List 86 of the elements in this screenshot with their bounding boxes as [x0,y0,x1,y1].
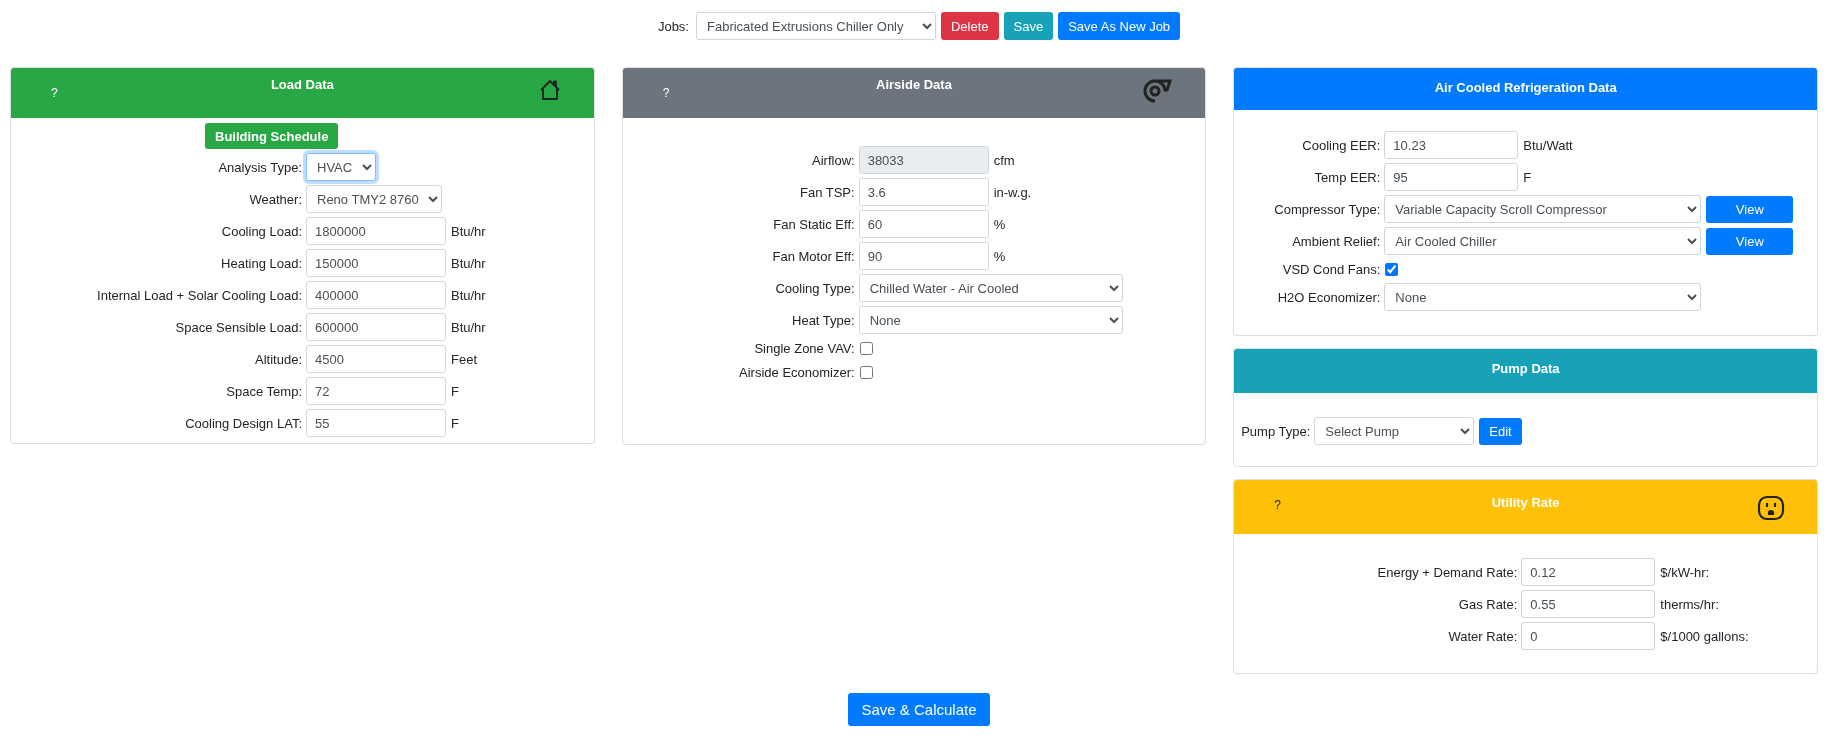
field-label: Cooling Load: [220,223,303,239]
input-field[interactable]: 1800000 [306,217,446,245]
unit-label: Btu/hr [451,255,486,271]
dropdown[interactable]: Chilled Water - Air Cooled [858,274,1123,302]
unit-label: F [451,415,459,431]
help-link[interactable]: ? [662,86,670,100]
field-label: Altitude: [254,351,303,367]
panel-title: Air Cooled Refrigeration Data [1433,79,1618,95]
field-label: Internal Load + Solar Cooling Load: [96,287,303,303]
field-label: Ambient Relief: [1291,233,1382,249]
dropdown[interactable]: Air Cooled Chiller [1384,227,1702,255]
unit-label: $/kW-hr: [1660,564,1710,580]
panel-title: Load Data [269,76,335,92]
view-button[interactable]: View [1706,195,1794,223]
save-as-new-job-button[interactable]: Save As New Job [1058,12,1181,40]
unit-label: % [993,248,1006,264]
input-field[interactable]: 600000 [306,313,446,341]
dropdown[interactable]: Select Pump [1314,417,1475,445]
unit-label: % [993,216,1006,232]
checkbox[interactable] [1385,262,1399,276]
unit-label: Feet [451,351,477,367]
unit-label: therms/hr: [1660,596,1719,612]
input-field[interactable]: 10.23 [1384,131,1519,159]
field-label: Single Zone VAV: [753,340,856,356]
panel-title: Airside Data [875,76,953,92]
input-field[interactable]: 4500 [306,345,446,373]
input-field[interactable]: 0.55 [1521,590,1656,618]
field-label: Space Temp: [225,383,303,399]
unit-label: in-w.g. [993,184,1032,200]
input-field[interactable]: 3.6 [858,178,989,206]
help-link[interactable]: ? [1274,498,1281,512]
dropdown[interactable]: Reno TMY2 8760 [306,185,442,213]
input-field[interactable]: 90 [858,242,989,270]
field-label: Airflow: [811,152,856,168]
field-label: H2O Economizer: [1276,289,1382,305]
field-label: Space Sensible Load: [174,319,303,335]
field-label: Gas Rate: [1457,596,1519,612]
field-label: Fan TSP: [798,184,856,200]
input-field[interactable]: 95 [1384,163,1519,191]
field-label: Analysis Type: [217,159,303,175]
field-label: Fan Static Eff: [772,216,856,232]
field-label: Cooling EER: [1301,137,1382,153]
field-label: Cooling Type: [774,280,856,296]
dropdown[interactable]: None [1384,283,1702,311]
field-label: Pump Type: [1240,423,1312,439]
jobs-dropdown[interactable]: Fabricated Extrusions Chiller Only [696,12,936,40]
unit-label: Btu/hr [451,287,486,303]
dropdown[interactable]: HVAC [306,153,376,181]
view-button[interactable]: View [1706,227,1794,255]
jobs-label: Jobs: [657,18,689,34]
field-label: Temp EER: [1313,169,1382,185]
panel-title: Utility Rate [1490,494,1561,510]
dropdown[interactable]: Variable Capacity Scroll Compressor [1384,195,1702,223]
input-field[interactable]: 0 [1521,622,1656,650]
field-label: Heat Type: [791,312,856,328]
field-label: Airside Economizer: [738,364,856,380]
input-field[interactable]: 400000 [306,281,446,309]
panel-title: Pump Data [1490,360,1561,376]
field-label: Compressor Type: [1273,201,1382,217]
dropdown[interactable]: None [858,306,1123,334]
field-label: Energy + Demand Rate: [1376,564,1519,580]
input-field[interactable]: 38033 [858,146,989,174]
save-calculate-button[interactable]: Save & Calculate [848,693,990,726]
checkbox[interactable] [859,365,873,379]
input-field[interactable]: 60 [858,210,989,238]
delete-button[interactable]: Delete [941,12,999,40]
edit-button[interactable]: Edit [1479,417,1522,445]
input-field[interactable]: 72 [306,377,446,405]
field-label: Water Rate: [1447,628,1519,644]
input-field[interactable]: 0.12 [1521,558,1656,586]
field-label: Cooling Design LAT: [184,415,303,431]
unit-label: F [1523,169,1532,185]
checkbox[interactable] [859,341,873,355]
unit-label: Btu/hr [451,223,486,239]
field-label: Weather: [248,191,303,207]
unit-label: Btu/hr [451,319,486,335]
unit-label: cfm [993,152,1015,168]
input-field[interactable]: 150000 [306,249,446,277]
field-label: VSD Cond Fans: [1281,261,1382,277]
unit-label: Btu/Watt [1523,137,1573,153]
unit-label: $/1000 gallons: [1660,628,1749,644]
outlet-icon [1757,495,1785,521]
field-label: Heating Load: [220,255,303,271]
input-field[interactable]: 55 [306,409,446,437]
unit-label: F [451,383,459,399]
field-label: Fan Motor Eff: [771,248,856,264]
